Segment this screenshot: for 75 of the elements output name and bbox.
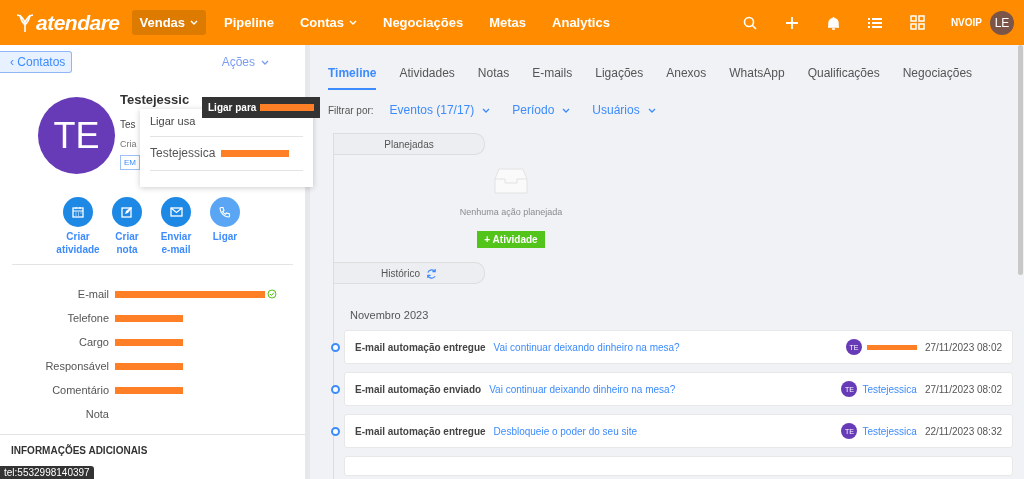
tab[interactable]: E-mails [532, 60, 573, 90]
event-link[interactable]: Vai continuar deixando dinheiro na mesa? [493, 341, 680, 353]
filter-dropdown[interactable]: Eventos (17/17) [389, 103, 491, 117]
logo-text: atendare [36, 10, 120, 35]
created-text: Cria [120, 139, 137, 149]
filter-dropdown[interactable]: Usuários [592, 103, 656, 117]
logo[interactable]: atendare [16, 10, 120, 35]
user-link[interactable]: Testejessica [862, 383, 917, 395]
event-link[interactable]: Vai continuar deixando dinheiro na mesa? [489, 383, 676, 395]
bell-icon[interactable] [826, 15, 840, 30]
logo-icon [16, 12, 34, 33]
tooltip-text: Ligar para [208, 102, 257, 113]
event-link[interactable]: Desbloqueie o poder do seu site [493, 425, 638, 437]
tab[interactable]: Notas [477, 60, 510, 90]
refresh-icon[interactable] [425, 267, 437, 279]
event-title: E-mail automação entregue [355, 341, 486, 353]
section-title: INFORMAÇÕES ADICIONAIS [11, 445, 149, 456]
filter-label: Filtrar por: [328, 104, 374, 116]
tab[interactable]: Ligações [595, 60, 644, 90]
scrollbar-thumb[interactable] [1018, 45, 1023, 275]
contact-tag: EM [120, 155, 140, 170]
timeline-dot [331, 343, 340, 352]
grid-icon[interactable] [909, 15, 925, 30]
section-pill: Planejadas [334, 133, 485, 155]
tab[interactable]: Qualificações [807, 60, 880, 90]
quick-action[interactable]: Enviar e-mail [156, 197, 196, 256]
filter-dropdown[interactable]: Período [512, 103, 571, 117]
nav-item[interactable]: Analytics [544, 10, 618, 35]
nav-item[interactable]: Pipeline [216, 10, 282, 35]
contact-avatar: TE [38, 97, 115, 174]
event-date: 27/11/2023 08:02 [924, 383, 1002, 395]
quick-action[interactable]: Criar nota [107, 197, 147, 256]
nav-item[interactable]: Negociações [375, 10, 472, 35]
status-bar: tel:5532998140397 [0, 466, 94, 479]
field-label: Comentário [51, 384, 110, 396]
event-date: 22/11/2023 08:32 [924, 425, 1002, 437]
field-label: E-mail [76, 288, 110, 300]
nav-item[interactable]: Metas [481, 10, 535, 35]
contact-name-option[interactable]: Testejessica [150, 146, 216, 160]
quick-action[interactable]: Criar atividade [58, 197, 98, 256]
chevron-down-icon [261, 59, 269, 65]
contact-name: Testejessic [120, 92, 190, 107]
tab[interactable]: Negociações [902, 60, 973, 90]
search-icon[interactable] [742, 15, 757, 30]
field-label: Cargo [78, 336, 110, 348]
field-label: Nota [84, 408, 110, 420]
chevron-down-icon [562, 107, 571, 113]
actions-dropdown[interactable]: Ações [215, 54, 275, 70]
contact-subtitle: Tes [120, 119, 136, 130]
add-activity-button[interactable]: + Atividade [477, 231, 545, 248]
back-button[interactable]: ‹ Contatos [0, 51, 73, 73]
field-label: Responsável [44, 360, 110, 372]
plus-icon[interactable] [784, 15, 799, 30]
chevron-down-icon [647, 107, 656, 113]
chevron-down-icon [482, 107, 491, 113]
section-pill: Histórico [334, 262, 485, 284]
quick-action[interactable]: Ligar [205, 197, 245, 256]
field-label: Telefone [66, 312, 110, 324]
timeline-dot [331, 427, 340, 436]
nav-item[interactable]: Vendas [131, 10, 207, 35]
event-title: E-mail automação enviado [355, 383, 482, 395]
month-heading: Novembro 2023 [350, 309, 429, 321]
tab[interactable]: Anexos [666, 60, 707, 90]
user-avatar[interactable]: LE [990, 10, 1014, 35]
tab[interactable]: WhatsApp [729, 60, 785, 90]
list-icon[interactable] [867, 16, 882, 29]
event-date: 27/11/2023 08:02 [924, 341, 1002, 353]
event-title: E-mail automação entregue [355, 425, 486, 437]
tab[interactable]: Atividades [399, 60, 455, 90]
timeline-dot [331, 385, 340, 394]
tab[interactable]: Timeline [328, 60, 377, 90]
user-link[interactable]: Testejessica [862, 425, 917, 437]
empty-state-text: Nenhuma ação planejada [459, 207, 563, 217]
account-name[interactable]: NVOIP [950, 17, 982, 28]
nav-item[interactable]: Contas [291, 10, 365, 35]
